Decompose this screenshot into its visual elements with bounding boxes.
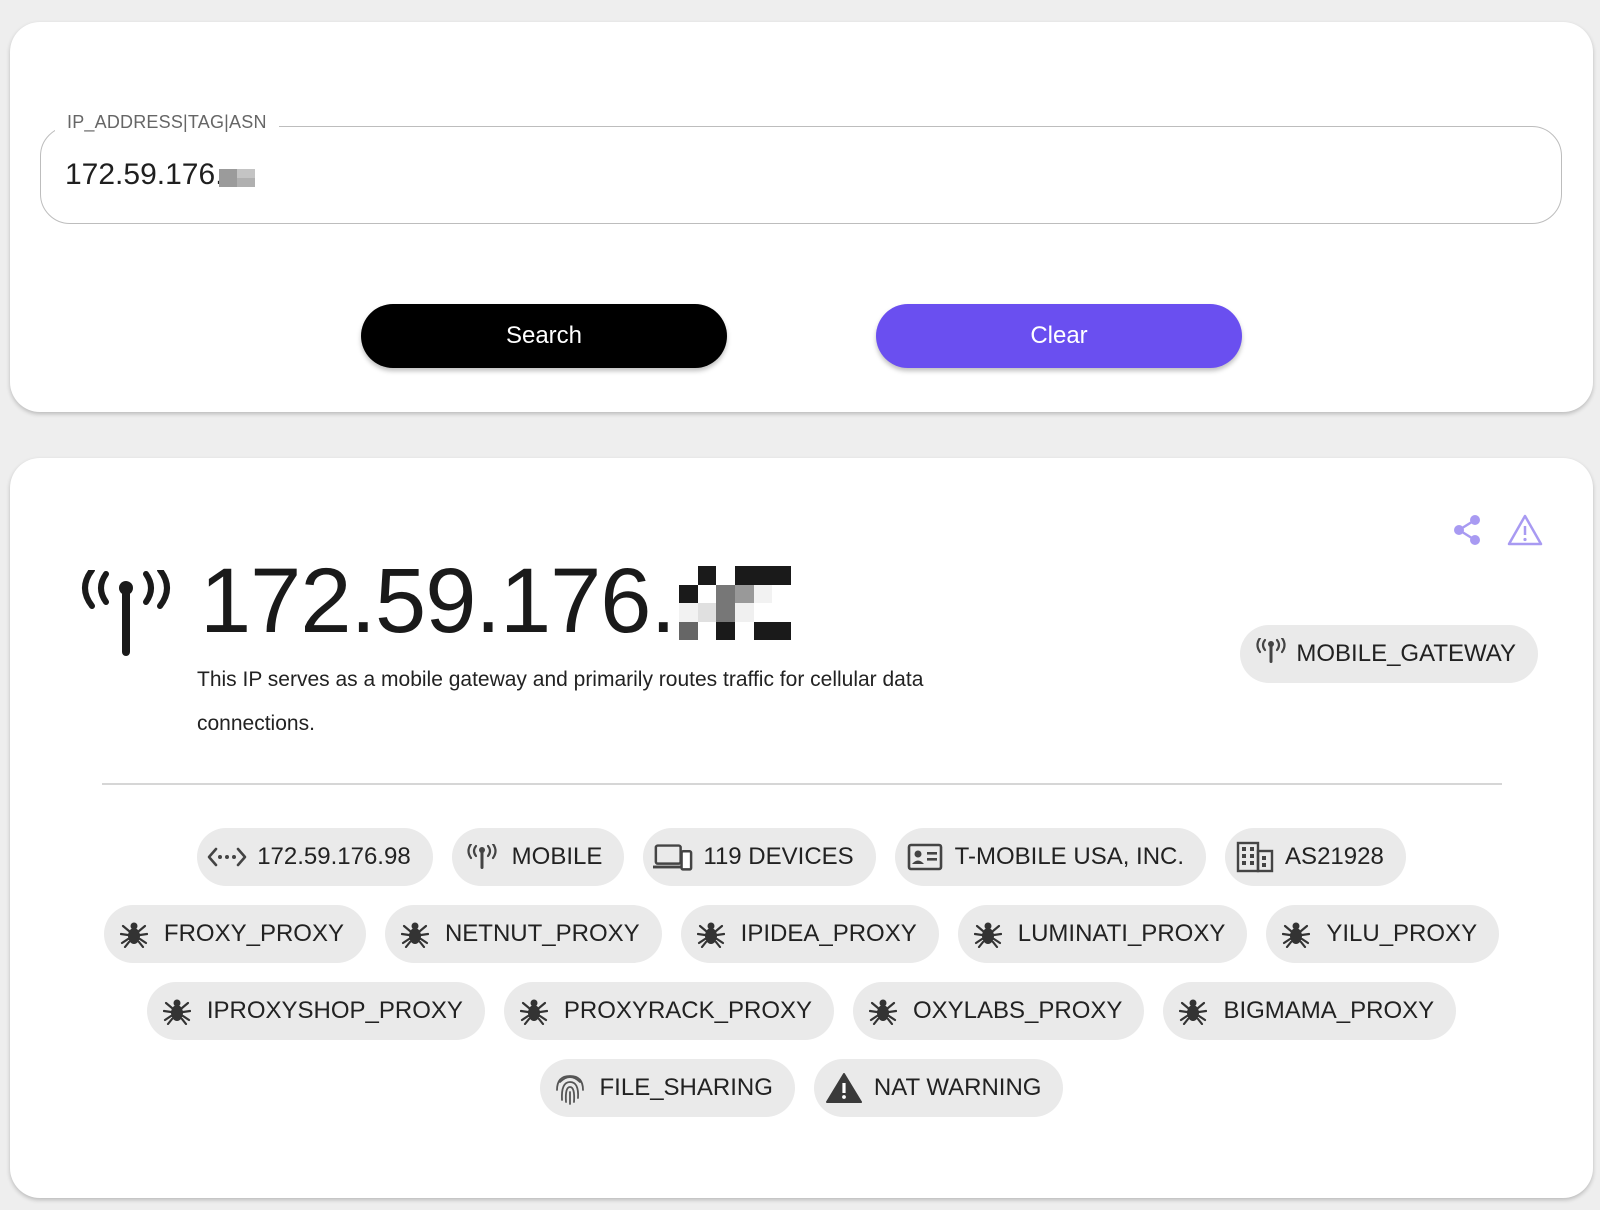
tag-chip-label: NETNUT_PROXY	[444, 920, 640, 947]
tag-chip-label: BIGMAMA_PROXY	[1223, 997, 1435, 1024]
tag-chip[interactable]: NETNUT_PROXY	[384, 905, 662, 963]
spider-icon	[395, 918, 435, 950]
building-icon	[1235, 841, 1275, 873]
search-field[interactable]: IP_ADDRESS|TAG|ASN	[40, 112, 1562, 224]
clear-button[interactable]: Clear	[876, 304, 1242, 368]
tag-chip[interactable]: FILE_SHARING	[539, 1059, 795, 1117]
tag-chip[interactable]: LUMINATI_PROXY	[957, 905, 1248, 963]
type-chip-label: MOBILE_GATEWAY	[1296, 640, 1516, 667]
spider-icon	[863, 995, 903, 1027]
spider-icon	[968, 918, 1008, 950]
tag-chip[interactable]: MOBILE	[451, 828, 625, 886]
tag-chip[interactable]: YILU_PROXY	[1266, 905, 1500, 963]
antenna-icon	[462, 841, 502, 873]
tag-row: FILE_SHARING NAT WARNING	[10, 1059, 1593, 1117]
tag-row: IPROXYSHOP_PROXY PROXYRACK_PROXY OXYLABS_P…	[10, 982, 1593, 1040]
tag-chip[interactable]: T-MOBILE USA, INC.	[894, 828, 1207, 886]
id-card-icon	[905, 841, 945, 873]
devices-icon	[653, 841, 693, 873]
tag-chip-label: YILU_PROXY	[1326, 920, 1478, 947]
tag-chip-label: FROXY_PROXY	[163, 920, 344, 947]
antenna-icon	[1256, 636, 1286, 671]
divider	[102, 783, 1502, 785]
tag-chip[interactable]: AS21928	[1225, 828, 1406, 886]
search-button[interactable]: Search	[361, 304, 727, 368]
fingerprint-icon	[550, 1072, 590, 1105]
spider-icon	[1276, 918, 1316, 950]
code-arrows-icon	[207, 841, 247, 873]
search-card: IP_ADDRESS|TAG|ASN Search Clear	[10, 22, 1593, 412]
tag-chip[interactable]: FROXY_PROXY	[103, 905, 366, 963]
tag-chip[interactable]: OXYLABS_PROXY	[853, 982, 1145, 1040]
spider-icon	[1173, 995, 1213, 1027]
spider-icon	[114, 918, 154, 950]
tag-row: 172.59.176.98 MOBILE 119 DEVICES T-MOBILE U…	[10, 828, 1593, 886]
tag-chip-label: AS21928	[1285, 843, 1384, 870]
tag-chip[interactable]: BIGMAMA_PROXY	[1163, 982, 1457, 1040]
tag-chip-label: LUMINATI_PROXY	[1017, 920, 1226, 947]
spider-icon	[157, 995, 197, 1027]
spider-icon	[691, 918, 731, 950]
spider-icon	[514, 995, 554, 1027]
warning-icon	[824, 1072, 864, 1104]
report-warning-icon[interactable]	[1507, 512, 1543, 548]
tag-chip-label: PROXYRACK_PROXY	[563, 997, 812, 1024]
mobile-tower-icon	[82, 570, 170, 656]
tag-chip-label: NAT WARNING	[873, 1074, 1042, 1101]
tag-chip[interactable]: PROXYRACK_PROXY	[503, 982, 834, 1040]
tag-chip-label: IPIDEA_PROXY	[740, 920, 917, 947]
redacted-octet	[219, 169, 255, 187]
tag-chip[interactable]: NAT WARNING	[813, 1059, 1064, 1117]
tag-chip-label: FILE_SHARING	[599, 1074, 773, 1101]
tag-row: FROXY_PROXY NETNUT_PROXY IPIDEA_PROXY LUMIN…	[10, 905, 1593, 963]
ip-title: 172.59.176.	[200, 550, 676, 652]
tag-chip-label: T-MOBILE USA, INC.	[954, 843, 1185, 870]
tag-chip-label: OXYLABS_PROXY	[913, 997, 1123, 1024]
tag-chip-label: MOBILE	[511, 843, 603, 870]
ip-heading: 172.59.176.	[200, 550, 791, 652]
share-icon[interactable]	[1449, 512, 1485, 548]
tag-chips: 172.59.176.98 MOBILE 119 DEVICES T-MOBILE U…	[10, 828, 1593, 1136]
tag-chip[interactable]: 172.59.176.98	[197, 828, 433, 886]
tag-chip-label: 172.59.176.98	[257, 843, 411, 870]
ip-description: This IP serves as a mobile gateway and p…	[197, 668, 924, 735]
search-input[interactable]	[65, 153, 1365, 197]
search-field-label: IP_ADDRESS|TAG|ASN	[55, 112, 279, 133]
tag-chip-label: IPROXYSHOP_PROXY	[206, 997, 463, 1024]
tag-chip[interactable]: IPROXYSHOP_PROXY	[146, 982, 485, 1040]
tag-chip[interactable]: 119 DEVICES	[643, 828, 876, 886]
tag-chip-label: 119 DEVICES	[703, 843, 854, 870]
result-actions	[1449, 512, 1543, 548]
tag-chip[interactable]: IPIDEA_PROXY	[680, 905, 939, 963]
redacted-octet-large	[679, 566, 791, 640]
result-card: 172.59.176. This IP serves as a mobile g…	[10, 458, 1593, 1198]
type-chip[interactable]: MOBILE_GATEWAY	[1240, 625, 1538, 683]
